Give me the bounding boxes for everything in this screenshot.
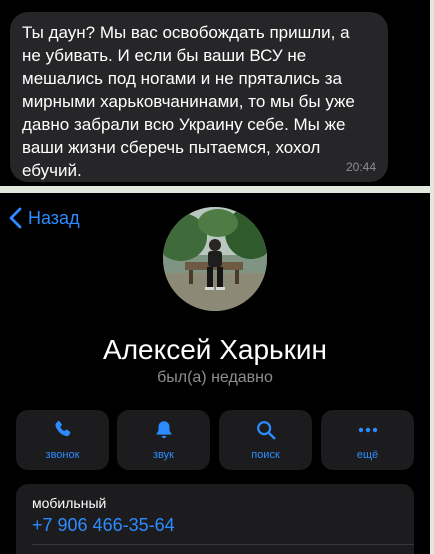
message-text: Ты даун? Мы вас освобождать пришли, а не… — [22, 23, 355, 180]
action-bar: звонок звук поиск ещё — [16, 410, 414, 470]
more-button[interactable]: ещё — [321, 410, 414, 470]
divider — [32, 544, 414, 545]
avatar[interactable] — [163, 207, 267, 311]
last-seen-status: был(а) недавно — [157, 369, 273, 386]
call-label: звонок — [45, 449, 80, 461]
phone-type-label: мобильный — [32, 495, 107, 511]
chat-panel: Ты даун? Мы вас освобождать пришли, а не… — [0, 0, 430, 186]
chevron-left-icon — [9, 207, 22, 229]
message-bubble[interactable]: Ты даун? Мы вас освобождать пришли, а не… — [10, 12, 388, 182]
search-label: поиск — [251, 449, 280, 461]
bell-icon — [117, 419, 210, 445]
sound-button[interactable]: звук — [117, 410, 210, 470]
profile-panel: Назад Алексей Харькин был(а) недавно зво… — [0, 193, 430, 554]
phone-number-link[interactable]: +7 906 466-35-64 — [32, 515, 175, 536]
message-time: 20:44 — [345, 160, 376, 174]
more-icon — [321, 419, 414, 445]
back-label: Назад — [28, 207, 80, 228]
call-button[interactable]: звонок — [16, 410, 109, 470]
back-button[interactable]: Назад — [9, 206, 80, 230]
search-button[interactable]: поиск — [219, 410, 312, 470]
profile-name: Алексей Харькин — [103, 334, 327, 365]
search-icon — [219, 419, 312, 445]
contact-info-card: мобильный +7 906 466-35-64 — [16, 484, 414, 554]
more-label: ещё — [356, 449, 379, 461]
sound-label: звук — [153, 449, 174, 461]
phone-icon — [16, 419, 109, 445]
